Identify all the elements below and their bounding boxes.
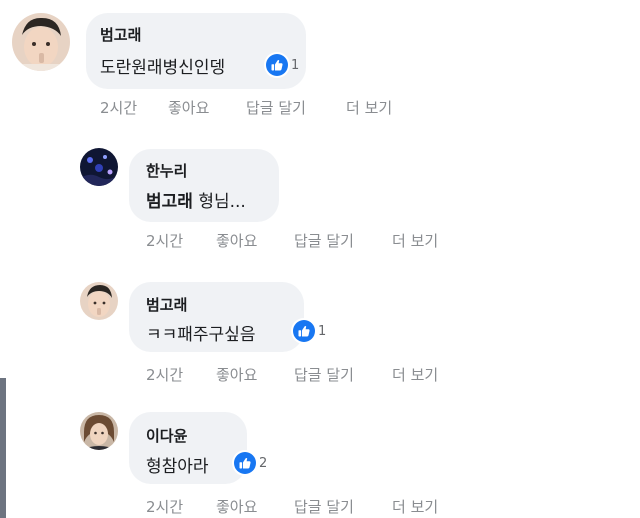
like-button[interactable]: 좋아요 bbox=[168, 97, 209, 118]
more-button[interactable]: 더 보기 bbox=[392, 364, 438, 385]
comment-text: 범고래 형님... bbox=[146, 187, 246, 212]
reply-button[interactable]: 답글 달기 bbox=[246, 97, 306, 118]
comment-author[interactable]: 이다윤 bbox=[146, 425, 187, 446]
reply-comment: 이다윤 형참아라 2 2시간 좋아요 답글 달기 더 보기 bbox=[0, 400, 640, 518]
comment-author[interactable]: 범고래 bbox=[146, 294, 187, 315]
avatar[interactable] bbox=[80, 282, 118, 320]
thumbs-up-icon bbox=[266, 54, 288, 76]
avatar[interactable] bbox=[12, 13, 70, 71]
avatar[interactable] bbox=[80, 148, 118, 186]
reaction-count: 1 bbox=[291, 57, 300, 73]
avatar-photo bbox=[12, 13, 70, 71]
comment-text: ㅋㅋ패주구싶음 bbox=[146, 325, 256, 345]
avatar-photo bbox=[80, 412, 118, 450]
reply-button[interactable]: 답글 달기 bbox=[294, 496, 354, 517]
reply-button[interactable]: 답글 달기 bbox=[294, 364, 354, 385]
avatar[interactable] bbox=[80, 412, 118, 450]
comment-text-body: 형님... bbox=[198, 192, 246, 212]
reply-button[interactable]: 답글 달기 bbox=[294, 230, 354, 251]
more-button[interactable]: 더 보기 bbox=[392, 496, 438, 517]
comment-text: 도란원래병신인뎅 bbox=[100, 58, 226, 78]
like-button[interactable]: 좋아요 bbox=[216, 230, 257, 251]
thumbs-up-icon bbox=[234, 452, 256, 474]
comment: 범고래 도란원래병신인뎅 1 2시간 좋아요 답글 달기 더 보기 bbox=[0, 0, 640, 130]
thumbs-up-icon bbox=[293, 320, 315, 342]
timestamp[interactable]: 2시간 bbox=[146, 364, 183, 385]
timestamp[interactable]: 2시간 bbox=[146, 496, 183, 517]
comment-text: 형참아라 bbox=[146, 457, 209, 477]
timestamp[interactable]: 2시간 bbox=[146, 230, 183, 251]
avatar-photo bbox=[80, 148, 118, 186]
avatar-photo bbox=[80, 282, 118, 320]
comment-author[interactable]: 범고래 bbox=[100, 24, 141, 45]
more-button[interactable]: 더 보기 bbox=[392, 230, 438, 251]
reply-comment: 한누리 범고래 형님... 2시간 좋아요 답글 달기 더 보기 bbox=[0, 140, 640, 255]
mention-link[interactable]: 범고래 bbox=[146, 192, 193, 212]
reaction-count: 2 bbox=[259, 455, 268, 471]
more-button[interactable]: 더 보기 bbox=[346, 97, 392, 118]
timestamp[interactable]: 2시간 bbox=[100, 97, 137, 118]
like-button[interactable]: 좋아요 bbox=[216, 364, 257, 385]
reaction-badge[interactable]: 2 bbox=[234, 452, 267, 474]
reaction-badge[interactable]: 1 bbox=[266, 54, 299, 76]
comment-author[interactable]: 한누리 bbox=[146, 160, 187, 181]
reply-comment: 범고래 ㅋㅋ패주구싶음 1 2시간 좋아요 답글 달기 더 보기 bbox=[0, 270, 640, 385]
like-button[interactable]: 좋아요 bbox=[216, 496, 257, 517]
reaction-badge[interactable]: 1 bbox=[293, 320, 326, 342]
reaction-count: 1 bbox=[318, 323, 327, 339]
